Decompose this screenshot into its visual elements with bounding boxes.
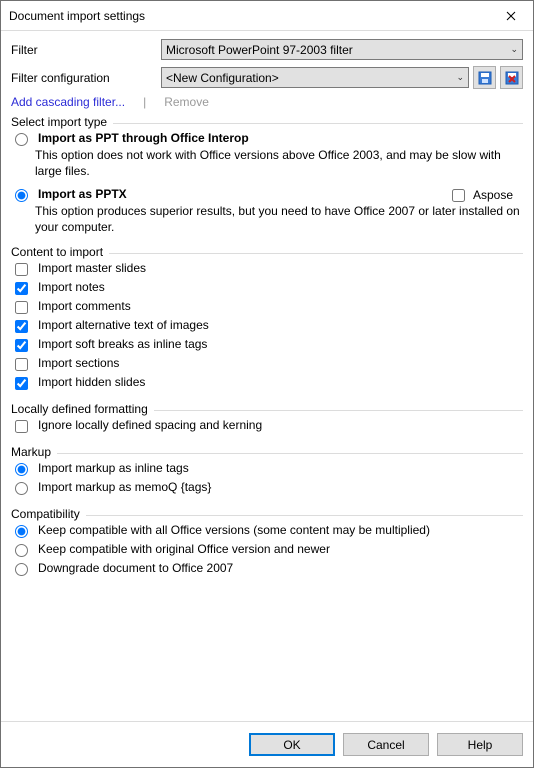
chk-hidden-slides-label: Import hidden slides — [38, 375, 145, 389]
chk-soft-breaks-label: Import soft breaks as inline tags — [38, 337, 207, 351]
import-pptx-label: Import as PPTX — [38, 187, 127, 201]
compat-downgrade-option[interactable]: Downgrade document to Office 2007 — [11, 559, 523, 578]
compat-title: Compatibility — [11, 507, 86, 521]
cancel-button[interactable]: Cancel — [343, 733, 429, 756]
chk-hidden-slides[interactable]: Import hidden slides — [11, 373, 523, 392]
chk-master-slides-label: Import master slides — [38, 261, 146, 275]
aspose-checkbox[interactable] — [452, 189, 465, 202]
compat-group: Compatibility — [11, 507, 523, 521]
compat-all-radio[interactable] — [15, 525, 28, 538]
chk-hidden-slides-box[interactable] — [15, 377, 28, 390]
config-combo[interactable]: <New Configuration> ⌄ — [161, 67, 469, 88]
chk-alt-text[interactable]: Import alternative text of images — [11, 316, 523, 335]
import-pptx-option[interactable]: Import as PPTX Aspose — [11, 185, 523, 204]
chk-master-slides[interactable]: Import master slides — [11, 259, 523, 278]
markup-inline-option[interactable]: Import markup as inline tags — [11, 459, 523, 478]
aspose-option[interactable]: Aspose — [448, 187, 513, 202]
compat-orig-radio[interactable] — [15, 544, 28, 557]
markup-inline-label: Import markup as inline tags — [38, 461, 189, 475]
save-icon — [477, 70, 493, 86]
titlebar: Document import settings — [1, 1, 533, 31]
compat-orig-option[interactable]: Keep compatible with original Office ver… — [11, 540, 523, 559]
chk-ignore-spacing-box[interactable] — [15, 420, 28, 433]
config-row: Filter configuration <New Configuration>… — [11, 66, 523, 89]
compat-all-label: Keep compatible with all Office versions… — [38, 523, 430, 537]
filter-label: Filter — [11, 43, 161, 57]
chk-notes-box[interactable] — [15, 282, 28, 295]
content-group: Content to import — [11, 245, 523, 259]
markup-memoq-option[interactable]: Import markup as memoQ {tags} — [11, 478, 523, 497]
filter-row: Filter Microsoft PowerPoint 97-2003 filt… — [11, 39, 523, 60]
chevron-down-icon: ⌄ — [456, 72, 464, 83]
markup-memoq-radio[interactable] — [15, 482, 28, 495]
save-config-button[interactable] — [473, 66, 496, 89]
link-separator: | — [143, 95, 146, 109]
filter-value: Microsoft PowerPoint 97-2003 filter — [166, 43, 353, 57]
dialog-window: Document import settings Filter Microsof… — [0, 0, 534, 768]
help-button[interactable]: Help — [437, 733, 523, 756]
filter-links: Add cascading filter... | Remove — [11, 95, 523, 109]
compat-downgrade-label: Downgrade document to Office 2007 — [38, 561, 233, 575]
chk-notes-label: Import notes — [38, 280, 105, 294]
close-button[interactable] — [488, 1, 533, 30]
markup-group: Markup — [11, 445, 523, 459]
config-value: <New Configuration> — [166, 71, 279, 85]
chk-soft-breaks-box[interactable] — [15, 339, 28, 352]
compat-orig-label: Keep compatible with original Office ver… — [38, 542, 330, 556]
delete-config-button[interactable] — [500, 66, 523, 89]
chevron-down-icon: ⌄ — [510, 44, 518, 55]
markup-memoq-label: Import markup as memoQ {tags} — [38, 480, 211, 494]
chk-comments-box[interactable] — [15, 301, 28, 314]
dialog-body: Filter Microsoft PowerPoint 97-2003 filt… — [1, 31, 533, 721]
compat-downgrade-radio[interactable] — [15, 563, 28, 576]
chk-comments[interactable]: Import comments — [11, 297, 523, 316]
chk-soft-breaks[interactable]: Import soft breaks as inline tags — [11, 335, 523, 354]
markup-inline-radio[interactable] — [15, 463, 28, 476]
locally-title: Locally defined formatting — [11, 402, 154, 416]
import-ppt-radio[interactable] — [15, 133, 28, 146]
compat-all-option[interactable]: Keep compatible with all Office versions… — [11, 521, 523, 540]
markup-title: Markup — [11, 445, 57, 459]
import-type-group: Select import type — [11, 115, 523, 129]
ok-button[interactable]: OK — [249, 733, 335, 756]
filter-combo[interactable]: Microsoft PowerPoint 97-2003 filter ⌄ — [161, 39, 523, 60]
chk-ignore-spacing[interactable]: Ignore locally defined spacing and kerni… — [11, 416, 523, 435]
remove-filter-link: Remove — [164, 95, 209, 109]
chk-alt-text-label: Import alternative text of images — [38, 318, 209, 332]
chk-comments-label: Import comments — [38, 299, 131, 313]
content-checks: Import master slides Import notes Import… — [11, 259, 523, 392]
import-ppt-option[interactable]: Import as PPT through Office Interop — [11, 129, 523, 148]
config-label: Filter configuration — [11, 71, 161, 85]
import-pptx-radio[interactable] — [15, 189, 28, 202]
chk-sections[interactable]: Import sections — [11, 354, 523, 373]
import-pptx-desc: This option produces superior results, b… — [35, 204, 523, 235]
content-title: Content to import — [11, 245, 109, 259]
window-title: Document import settings — [9, 9, 488, 23]
add-cascading-link[interactable]: Add cascading filter... — [11, 95, 125, 109]
locally-group: Locally defined formatting — [11, 402, 523, 416]
chk-ignore-spacing-label: Ignore locally defined spacing and kerni… — [38, 418, 262, 432]
import-ppt-label: Import as PPT through Office Interop — [38, 131, 249, 145]
import-ppt-desc: This option does not work with Office ve… — [35, 148, 523, 179]
dialog-footer: OK Cancel Help — [1, 721, 533, 767]
chk-alt-text-box[interactable] — [15, 320, 28, 333]
delete-save-icon — [504, 70, 520, 86]
aspose-label: Aspose — [473, 188, 513, 202]
chk-notes[interactable]: Import notes — [11, 278, 523, 297]
close-icon — [506, 11, 516, 21]
import-type-title: Select import type — [11, 115, 113, 129]
chk-master-slides-box[interactable] — [15, 263, 28, 276]
chk-sections-box[interactable] — [15, 358, 28, 371]
chk-sections-label: Import sections — [38, 356, 119, 370]
